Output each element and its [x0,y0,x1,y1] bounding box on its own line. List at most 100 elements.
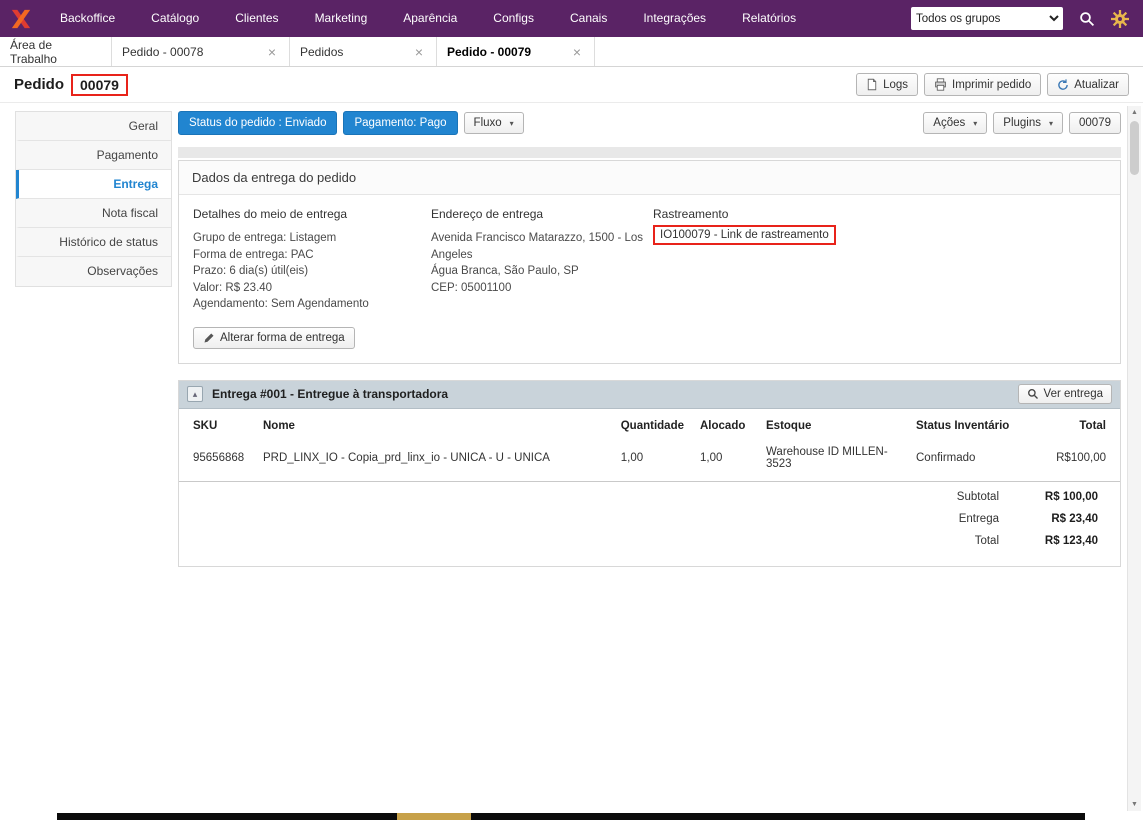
actions-dropdown-label: Ações [933,117,966,129]
grand-total-row: Total R$ 123,40 [179,530,1098,552]
printer-icon [934,78,947,91]
main-panel: Status do pedido : Enviado Pagamento: Pa… [178,111,1121,567]
order-code-button[interactable]: 00079 [1069,112,1121,134]
col-header-quantidade: Quantidade [620,419,684,432]
close-icon[interactable]: × [570,43,584,61]
plugins-dropdown[interactable]: Plugins ▾ [993,112,1064,134]
taskbar-strip [57,813,1085,820]
search-icon[interactable] [1079,11,1095,27]
refresh-button[interactable]: Atualizar [1047,73,1129,96]
vertical-scrollbar[interactable]: ▲ ▼ [1127,106,1141,811]
col-header-alocado: Alocado [700,419,746,432]
tab-pedido-00078[interactable]: Pedido - 00078 × [112,37,290,66]
plugins-dropdown-label: Plugins [1003,117,1041,129]
address-street-line: Avenida Francisco Matarazzo, 1500 - Los … [431,232,644,261]
grand-total-label: Total [974,534,999,547]
print-order-button[interactable]: Imprimir pedido [924,73,1042,96]
nav-item-canais[interactable]: Canais [552,0,625,37]
grand-total-value: R$ 123,40 [1044,534,1098,547]
cell-alocado: 1,00 [692,438,758,482]
address-cep-line: CEP: 05001100 [431,281,512,294]
nav-item-backoffice[interactable]: Backoffice [42,0,133,37]
actions-dropdown[interactable]: Ações ▾ [923,112,988,134]
delivery-address-heading: Endereço de entrega [431,207,544,221]
cell-status-inventario: Confirmado [908,438,1026,482]
refresh-button-label: Atualizar [1074,78,1119,91]
sidebar-item-observacoes[interactable]: Observações [16,257,171,286]
close-icon[interactable]: × [412,43,426,61]
delivery-group-line: Grupo de entrega: Listagem [193,232,337,244]
nav-item-configs[interactable]: Configs [475,0,552,37]
cell-total: R$100,00 [1026,438,1120,482]
caret-down-icon: ▾ [973,118,978,128]
scrollbar-thumb[interactable] [1130,121,1139,175]
col-header-status-inventario: Status Inventário [916,419,1010,432]
collapse-icon[interactable]: ▴ [187,386,203,402]
address-city-line: Água Branca, São Paulo, SP [431,265,579,277]
flow-dropdown-label: Fluxo [473,117,502,129]
table-row[interactable]: 95656868 PRD_LINX_IO - Copia_prd_linx_io… [179,438,1120,482]
order-status-badge[interactable]: Status do pedido : Enviado [178,111,338,135]
sidebar-item-pagamento[interactable]: Pagamento [16,141,171,170]
col-header-total: Total [1079,419,1106,432]
change-delivery-label: Alterar forma de entrega [220,331,345,344]
col-header-estoque: Estoque [766,419,812,432]
view-shipment-button[interactable]: Ver entrega [1017,384,1112,404]
group-select[interactable]: Todos os grupos [911,7,1063,30]
shipment-panel-header: ▴ Entrega #001 - Entregue à transportado… [179,380,1120,409]
logo-icon [11,9,31,28]
payment-status-badge[interactable]: Pagamento: Pago [343,111,458,135]
nav-item-catalogo[interactable]: Catálogo [133,0,217,37]
sidebar-item-entrega[interactable]: Entrega [16,170,171,199]
tab-bar: Área de Trabalho Pedido - 00078 × Pedido… [0,37,1143,67]
totals-summary: Subtotal R$ 100,00 Entrega R$ 23,40 Tota… [179,482,1120,566]
page-title: Pedido [14,76,65,93]
col-header-nome: Nome [263,419,295,432]
logs-button[interactable]: Logs [856,73,918,96]
shipping-total-row: Entrega R$ 23,40 [179,508,1098,530]
order-sidebar: Geral Pagamento Entrega Nota fiscal Hist… [15,111,172,287]
tab-area-de-trabalho[interactable]: Área de Trabalho [0,37,112,66]
col-header-sku: SKU [193,419,218,432]
logs-button-label: Logs [883,78,908,91]
nav-item-aparencia[interactable]: Aparência [385,0,475,37]
section-divider [178,147,1121,158]
nav-item-marketing[interactable]: Marketing [297,0,386,37]
document-icon [866,78,878,91]
table-header-row: SKU Nome Quantidade Alocado Estoque Stat… [179,409,1120,439]
delivery-panel-title: Dados da entrega do pedido [179,161,1120,195]
sidebar-item-geral[interactable]: Geral [16,112,171,141]
change-delivery-button[interactable]: Alterar forma de entrega [193,326,355,349]
tracking-link[interactable]: IO100079 - Link de rastreamento [653,225,836,245]
gear-icon[interactable] [1111,9,1129,28]
header-buttons: Logs Imprimir pedido Atualizar [856,73,1129,96]
status-right-controls: Ações ▾ Plugins ▾ 00079 [923,112,1121,134]
nav-item-relatorios[interactable]: Relatórios [724,0,814,37]
top-navigation: Backoffice Catálogo Clientes Marketing A… [0,0,1143,37]
print-button-label: Imprimir pedido [952,78,1032,91]
refresh-icon [1057,78,1069,91]
taskbar-strip-accent [397,813,471,820]
scroll-up-arrow[interactable]: ▲ [1128,106,1141,119]
tab-pedidos[interactable]: Pedidos × [290,37,437,66]
app-window: { "topnav": { "items": ["Backoffice", "C… [0,0,1143,820]
magnifier-icon [1027,388,1039,400]
tab-pedido-00079[interactable]: Pedido - 00079 × [437,37,595,66]
delivery-value-line: Valor: R$ 23.40 [193,281,273,294]
topnav-right-controls: Todos os grupos [911,7,1143,30]
delivery-deadline-line: Prazo: 6 dia(s) útil(eis) [193,265,309,277]
close-icon[interactable]: × [265,43,279,61]
scroll-down-arrow[interactable]: ▼ [1128,798,1141,811]
caret-down-icon: ▾ [509,118,514,128]
sidebar-item-historico-de-status[interactable]: Histórico de status [16,228,171,257]
caret-down-icon: ▾ [1049,118,1054,128]
sidebar-item-nota-fiscal[interactable]: Nota fiscal [16,199,171,228]
flow-dropdown[interactable]: Fluxo ▾ [463,112,524,134]
tab-label: Pedido - 00078 [122,44,204,59]
cell-quantidade: 1,00 [612,438,692,482]
app-logo[interactable] [0,8,42,30]
delivery-panel-body: Detalhes do meio de entrega Grupo de ent… [179,195,1120,363]
nav-item-integracoes[interactable]: Integrações [625,0,724,37]
nav-item-clientes[interactable]: Clientes [217,0,296,37]
order-number: 00079 [71,73,128,96]
